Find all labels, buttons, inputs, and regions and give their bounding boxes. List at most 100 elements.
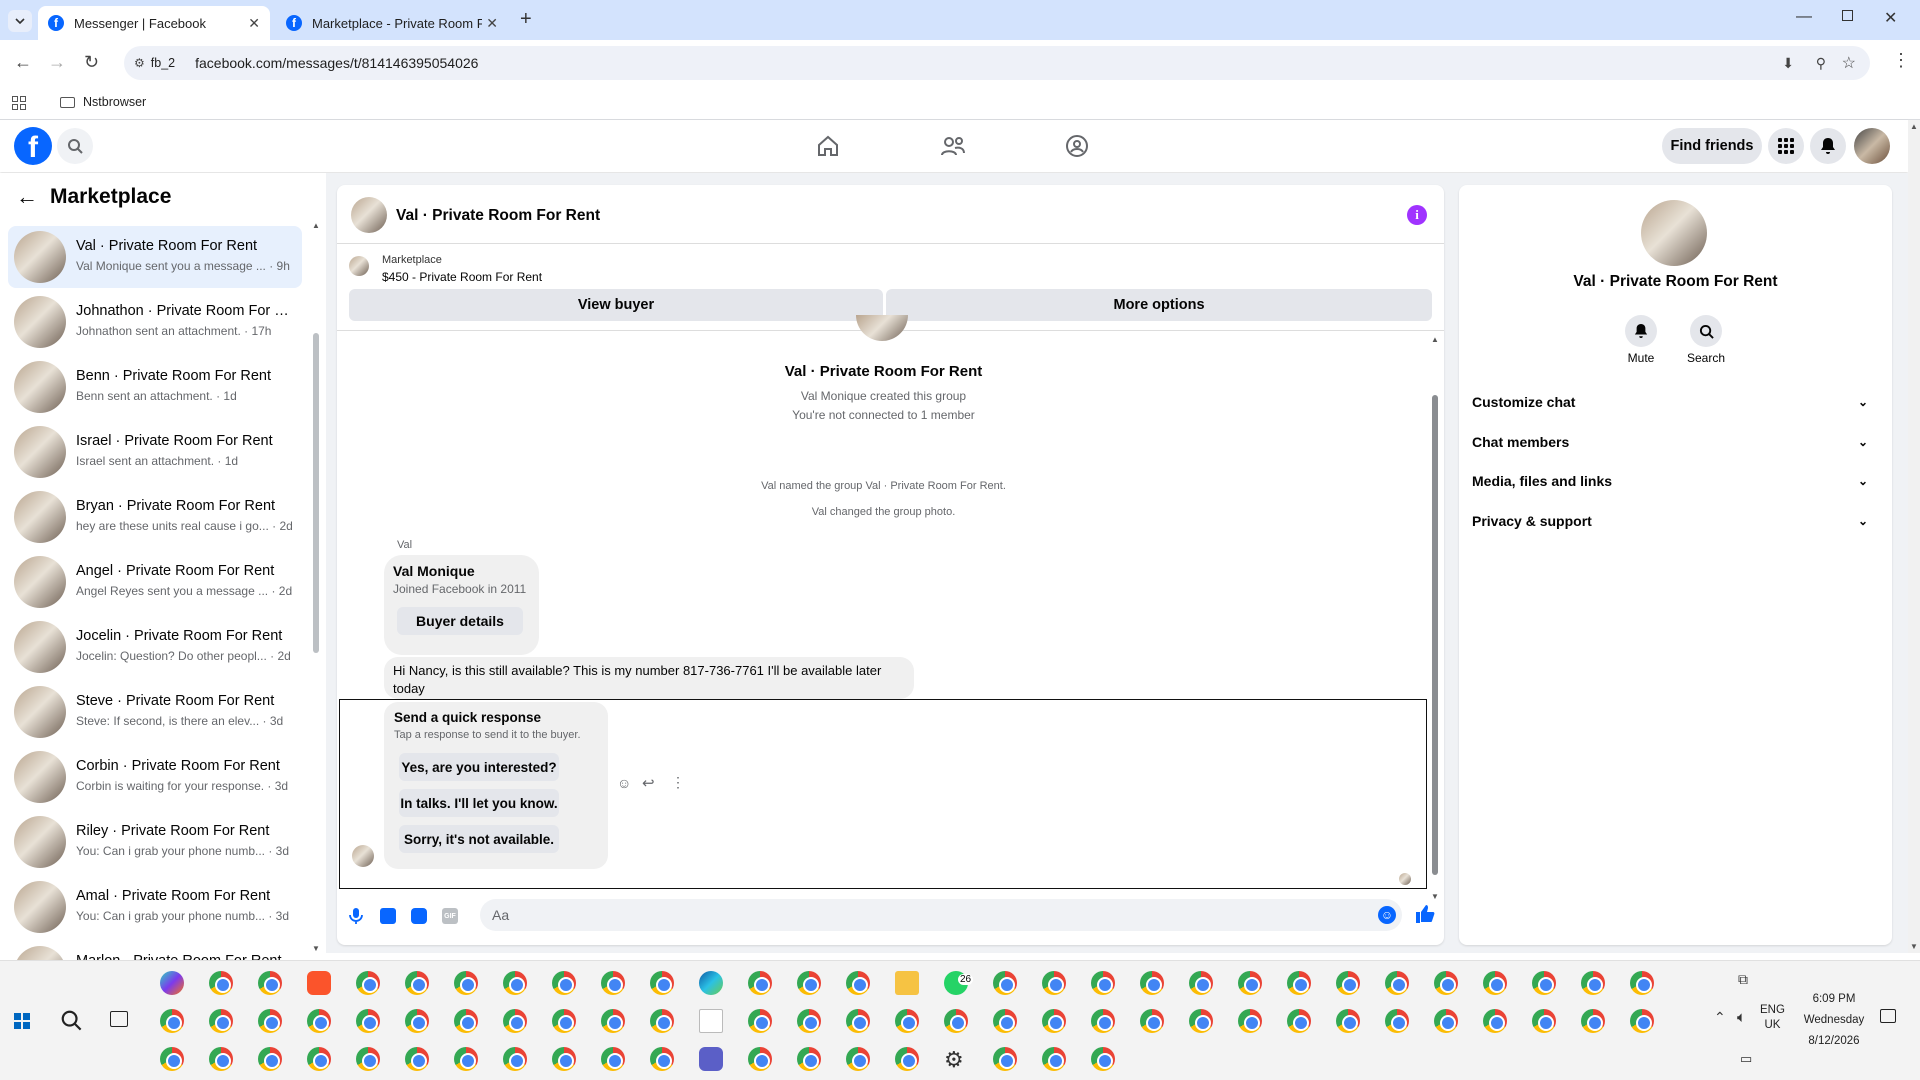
tab-marketplace[interactable]: f Marketplace - Private Room For ✕ bbox=[276, 6, 508, 40]
chrome-profile-icon[interactable] bbox=[846, 1009, 870, 1033]
chrome-profile-icon[interactable] bbox=[209, 1009, 233, 1033]
chrome-profile-icon[interactable] bbox=[405, 1047, 429, 1071]
chrome-profile-icon[interactable] bbox=[846, 971, 870, 995]
page-scrollbar[interactable]: ▲ ▼ bbox=[1908, 120, 1920, 953]
new-tab-button[interactable]: + bbox=[520, 8, 532, 31]
chrome-profile-icon[interactable] bbox=[748, 971, 772, 995]
chrome-profile-icon[interactable] bbox=[895, 1047, 919, 1071]
chrome-profile-icon[interactable] bbox=[405, 971, 429, 995]
account-avatar[interactable] bbox=[1854, 128, 1890, 164]
chrome-profile-icon[interactable] bbox=[209, 1047, 233, 1071]
chrome-profile-icon[interactable] bbox=[356, 971, 380, 995]
chrome-profile-icon[interactable] bbox=[258, 971, 282, 995]
chrome-profile-icon[interactable] bbox=[1189, 971, 1213, 995]
chrome-profile-icon[interactable] bbox=[258, 1009, 282, 1033]
reload-icon[interactable]: ↻ bbox=[84, 52, 99, 73]
chrome-profile-icon[interactable] bbox=[209, 971, 233, 995]
settings-gear-icon[interactable]: ⚙ bbox=[944, 1047, 968, 1072]
chrome-profile-icon[interactable] bbox=[748, 1009, 772, 1033]
chrome-profile-icon[interactable] bbox=[454, 1047, 478, 1071]
task-view-icon[interactable] bbox=[110, 1011, 128, 1027]
start-button[interactable] bbox=[14, 1013, 30, 1029]
minimize-button[interactable]: — bbox=[1796, 8, 1812, 26]
chrome-profile-icon[interactable] bbox=[601, 1047, 625, 1071]
chrome-profile-icon[interactable] bbox=[846, 1047, 870, 1071]
chrome-profile-icon[interactable] bbox=[160, 1047, 184, 1071]
chrome-profile-icon[interactable] bbox=[160, 1009, 184, 1033]
chrome-profile-icon[interactable] bbox=[307, 1009, 331, 1033]
chrome-profile-icon[interactable] bbox=[1042, 1009, 1066, 1033]
url-text[interactable]: facebook.com/messages/t/814146395054026 bbox=[195, 55, 478, 71]
quick-response-yes[interactable]: Yes, are you interested? bbox=[399, 753, 559, 781]
mute-button[interactable] bbox=[1625, 315, 1657, 347]
chrome-profile-icon[interactable] bbox=[1581, 1009, 1605, 1033]
thumbs-up-icon[interactable] bbox=[1415, 904, 1435, 929]
info-icon[interactable]: i bbox=[1407, 205, 1427, 225]
conversation-item[interactable]: Benn · Private Room For Rent Benn sent an… bbox=[8, 356, 302, 418]
zoom-icon[interactable]: ⚲ bbox=[1816, 55, 1826, 72]
conversation-item[interactable]: Johnathon · Private Room For R... Johnath… bbox=[8, 291, 302, 353]
chrome-profile-icon[interactable] bbox=[1287, 971, 1311, 995]
chrome-profile-icon[interactable] bbox=[601, 1009, 625, 1033]
scroll-thumb[interactable] bbox=[1432, 395, 1438, 875]
conversation-item[interactable]: Steve · Private Room For Rent Steve: If s… bbox=[8, 681, 302, 743]
chrome-profile-icon[interactable] bbox=[650, 1047, 674, 1071]
section-customize-chat[interactable]: Customize chat ⌄ bbox=[1472, 387, 1880, 417]
conversation-item[interactable]: Angel · Private Room For Rent Angel Reyes… bbox=[8, 551, 302, 613]
chrome-profile-icon[interactable] bbox=[1336, 1009, 1360, 1033]
document-icon[interactable] bbox=[699, 1009, 723, 1033]
chrome-profile-icon[interactable] bbox=[1483, 1009, 1507, 1033]
back-arrow-icon[interactable]: ← bbox=[16, 184, 38, 210]
chrome-profile-icon[interactable] bbox=[503, 1047, 527, 1071]
chrome-profile-icon[interactable] bbox=[601, 971, 625, 995]
view-buyer-button[interactable]: View buyer bbox=[349, 289, 883, 321]
chrome-profile-icon[interactable] bbox=[1385, 971, 1409, 995]
chrome-profile-icon[interactable] bbox=[1140, 971, 1164, 995]
chrome-profile-icon[interactable] bbox=[1532, 971, 1556, 995]
taskbar-search-icon[interactable] bbox=[60, 1009, 82, 1036]
section-privacy-support[interactable]: Privacy & support ⌄ bbox=[1472, 506, 1880, 536]
tab-messenger[interactable]: f Messenger | Facebook ✕ bbox=[38, 6, 270, 40]
conversation-item[interactable]: Riley · Private Room For Rent You: Can i … bbox=[8, 811, 302, 873]
bookmark-star-icon[interactable]: ☆ bbox=[1842, 53, 1856, 73]
friends-icon[interactable] bbox=[940, 134, 966, 163]
chrome-profile-icon[interactable] bbox=[503, 971, 527, 995]
chrome-profile-icon[interactable] bbox=[503, 1009, 527, 1033]
chrome-profile-icon[interactable] bbox=[650, 1009, 674, 1033]
chrome-profile-icon[interactable] bbox=[454, 1009, 478, 1033]
forward-icon[interactable]: → bbox=[48, 52, 66, 73]
scroll-down-arrow-icon[interactable]: ▼ bbox=[1431, 892, 1439, 901]
gif-icon[interactable]: GIF bbox=[442, 908, 458, 924]
scroll-up-arrow-icon[interactable]: ▲ bbox=[1431, 335, 1439, 344]
chrome-profile-icon[interactable] bbox=[1042, 971, 1066, 995]
notifications-button[interactable] bbox=[1810, 128, 1846, 164]
chrome-profile-icon[interactable] bbox=[552, 1047, 576, 1071]
more-actions-icon[interactable]: ⋮ bbox=[671, 774, 685, 791]
chrome-profile-icon[interactable] bbox=[1336, 971, 1360, 995]
browser-menu-icon[interactable]: ⋮ bbox=[1892, 50, 1910, 71]
chrome-profile-icon[interactable] bbox=[1434, 1009, 1458, 1033]
profile-chip[interactable]: fb_2 bbox=[151, 56, 175, 70]
copilot-icon[interactable] bbox=[160, 971, 184, 995]
chrome-profile-icon[interactable] bbox=[944, 1009, 968, 1033]
tab-search-button[interactable] bbox=[8, 10, 32, 32]
find-friends-button[interactable]: Find friends bbox=[1662, 128, 1762, 164]
volume-icon[interactable]: 🔈︎ bbox=[1737, 1009, 1746, 1026]
chrome-profile-icon[interactable] bbox=[1630, 971, 1654, 995]
chrome-profile-icon[interactable] bbox=[405, 1009, 429, 1033]
section-chat-members[interactable]: Chat members ⌄ bbox=[1472, 427, 1880, 457]
chrome-profile-icon[interactable] bbox=[454, 971, 478, 995]
message-input[interactable]: Aa ☺ bbox=[480, 899, 1402, 931]
file-explorer-icon[interactable] bbox=[895, 971, 919, 995]
site-info-icon[interactable]: ⚙ bbox=[134, 56, 145, 70]
facebook-logo-icon[interactable]: f bbox=[14, 127, 52, 165]
chrome-profile-icon[interactable] bbox=[797, 1047, 821, 1071]
language-indicator[interactable]: ENG UK bbox=[1760, 1003, 1785, 1033]
buyer-details-button[interactable]: Buyer details bbox=[397, 607, 523, 635]
chat-header-avatar[interactable] bbox=[351, 197, 387, 233]
apps-grid-icon[interactable] bbox=[12, 96, 26, 110]
chrome-profile-icon[interactable] bbox=[1238, 971, 1262, 995]
chrome-profile-icon[interactable] bbox=[1189, 1009, 1213, 1033]
chrome-profile-icon[interactable] bbox=[1091, 1047, 1115, 1071]
chrome-profile-icon[interactable] bbox=[356, 1009, 380, 1033]
